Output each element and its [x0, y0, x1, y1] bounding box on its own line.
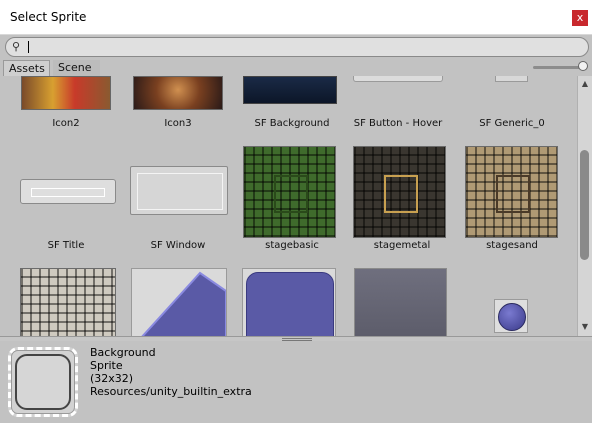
- triangle-sprite-thumbnail: [131, 268, 227, 336]
- zoom-slider[interactable]: [533, 66, 583, 69]
- icon3-thumbnail: [133, 76, 223, 110]
- tab-scene[interactable]: Scene: [53, 60, 100, 76]
- scroll-up-icon[interactable]: ▲: [580, 79, 590, 89]
- rounded-rect-icon: [15, 354, 71, 410]
- search-field[interactable]: ⚲: [5, 37, 589, 57]
- sf-background-thumbnail: [243, 76, 337, 104]
- sf-generic-0-thumbnail: [495, 76, 528, 82]
- sf-title-thumbnail: [20, 179, 116, 204]
- flat-square-sprite-thumbnail: [354, 268, 447, 336]
- preview-info: Background Sprite (32x32) Resources/unit…: [90, 346, 252, 398]
- stagemetal-thumbnail: [353, 146, 446, 238]
- rounded-square-sprite-thumbnail: [242, 268, 336, 336]
- close-button[interactable]: x: [572, 10, 588, 26]
- title-bar: Select Sprite x: [0, 0, 592, 35]
- search-input[interactable]: [26, 39, 576, 55]
- asset-label: stagemetal: [373, 240, 431, 251]
- preview-type: Sprite: [90, 359, 123, 372]
- sf-window-thumbnail: [130, 166, 228, 215]
- asset-label: stagesand: [486, 240, 538, 251]
- knob-sprite-thumbnail: [494, 299, 528, 333]
- scrollbar-thumb[interactable]: [580, 150, 589, 260]
- preview-panel: Background Sprite (32x32) Resources/unit…: [0, 341, 592, 423]
- zoom-slider-handle[interactable]: [578, 61, 588, 71]
- asset-label: SF Generic_0: [479, 118, 545, 129]
- stagebasic-thumbnail: [243, 146, 336, 238]
- asset-label: SF Window: [150, 240, 206, 251]
- preview-path: Resources/unity_builtin_extra: [90, 385, 252, 398]
- search-icon: ⚲: [12, 40, 21, 53]
- asset-label: SF Background: [254, 118, 330, 129]
- asset-grid: Icon2 Icon3 SF Background SF Button - Ho…: [0, 76, 577, 336]
- sf-button-hover-thumbnail: [353, 76, 443, 82]
- preview-name: Background: [90, 346, 156, 359]
- icon2-thumbnail: [21, 76, 111, 110]
- window-title: Select Sprite: [10, 10, 87, 24]
- preview-size: (32x32): [90, 372, 134, 385]
- stage-tile-thumbnail: [20, 268, 116, 336]
- asset-label: stagebasic: [265, 240, 319, 251]
- asset-label: Icon2: [52, 118, 80, 129]
- tab-bar: Assets Scene: [0, 60, 592, 76]
- asset-label: SF Title: [47, 240, 85, 251]
- asset-label: Icon3: [164, 118, 192, 129]
- preview-thumbnail: [8, 347, 78, 417]
- text-caret: [28, 41, 29, 53]
- tab-assets[interactable]: Assets: [3, 60, 50, 76]
- scroll-down-icon[interactable]: ▼: [580, 322, 590, 332]
- grid-scrollbar[interactable]: ▲ ▼: [577, 76, 592, 336]
- stagesand-thumbnail: [465, 146, 558, 238]
- asset-label: SF Button - Hover: [353, 118, 443, 129]
